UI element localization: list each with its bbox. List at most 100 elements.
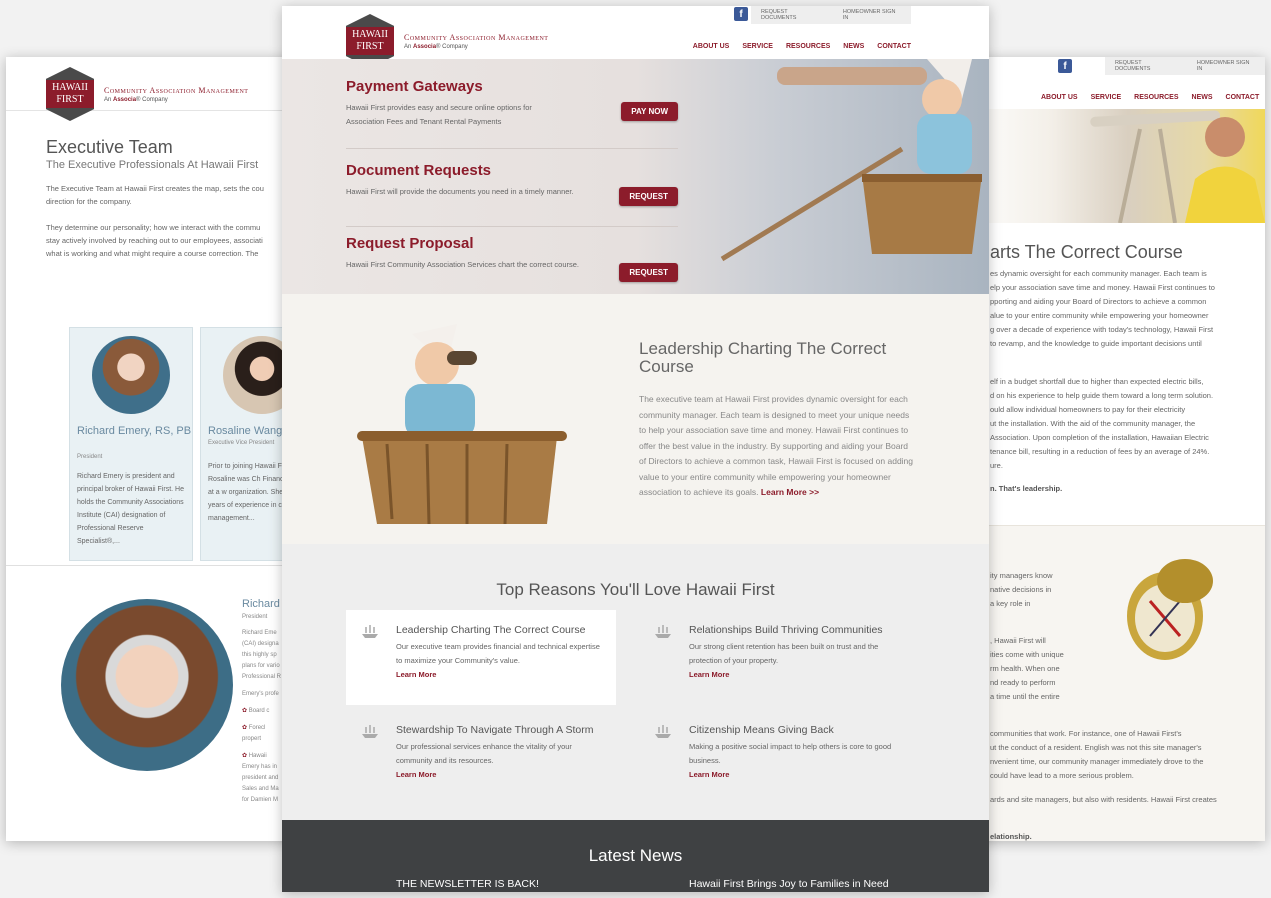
reason-card-leadership[interactable]: Leadership Charting The Correct Course O… — [346, 610, 616, 705]
reasons-section: Top Reasons You'll Love Hawaii First Lea… — [282, 544, 989, 820]
logo[interactable]: HAWAII FIRST Community Association Manage… — [46, 67, 248, 121]
hero-image — [960, 109, 1265, 223]
profile-detail: Richard President Richard Eme (CAI) desig… — [6, 565, 306, 841]
ship-icon — [362, 625, 378, 638]
learn-more-link[interactable]: Learn More — [396, 670, 616, 679]
hero-banner: Payment Gateways Hawaii First provides e… — [282, 59, 989, 294]
page-title: Executive Team — [46, 137, 173, 157]
facebook-icon[interactable]: f — [734, 7, 748, 21]
utility-bar: REQUEST DOCUMENTS HOMEOWNER SIGN IN — [751, 6, 911, 24]
nav-contact[interactable]: CONTACT — [1226, 94, 1260, 101]
avatar-large — [61, 599, 233, 771]
news-section: Latest News THE NEWSLETTER IS BACK! Hawa… — [282, 820, 989, 892]
profile-role: President — [242, 614, 268, 620]
reason-desc: Our strong client retention has been bui… — [689, 642, 879, 665]
nav-resources[interactable]: RESOURCES — [786, 43, 830, 50]
reason-title: Citizenship Means Giving Back — [689, 724, 834, 736]
leadership-section: Leadership Charting The Correct Course T… — [282, 294, 989, 544]
intro-line: direction for the company. — [46, 197, 132, 206]
logo-hex-icon: HAWAII FIRST — [46, 67, 94, 121]
reason-title: Leadership Charting The Correct Course — [396, 624, 586, 636]
homeowner-signin-link[interactable]: HOMEOWNER SIGN IN — [833, 9, 911, 21]
hero-item-desc: Hawaii First will provide the documents … — [346, 187, 574, 196]
team-member-bio: Richard Emery is president and principal… — [77, 473, 184, 545]
intro-line: They determine our personality; how we i… — [46, 223, 261, 232]
intro-line: stay actively involved by reaching out t… — [46, 236, 263, 245]
home-page: HAWAII FIRST Community Association Manage… — [282, 6, 989, 892]
request-documents-button[interactable]: REQUEST — [619, 187, 678, 206]
logo-name: Community Association Management — [104, 85, 249, 95]
pay-now-button[interactable]: PAY NOW — [621, 102, 678, 121]
about-page: f REQUEST DOCUMENTS HOMEOWNER SIGN IN AB… — [960, 57, 1265, 841]
news-item-link[interactable]: THE NEWSLETTER IS BACK! — [396, 878, 539, 890]
avatar — [92, 336, 170, 414]
reason-card-citizenship[interactable]: Citizenship Means Giving Back Making a p… — [639, 710, 909, 805]
reason-title: Stewardship To Navigate Through A Storm — [396, 724, 594, 736]
boy-with-telescope-illustration — [357, 324, 567, 525]
news-item-link[interactable]: Hawaii First Brings Joy to Families in N… — [689, 878, 889, 890]
team-member-role: President — [77, 454, 103, 460]
page-header: HAWAII FIRST Community Association Manage… — [282, 6, 989, 68]
profile-name: Richard — [242, 598, 280, 610]
intro-line: The Executive Team at Hawaii First creat… — [46, 184, 264, 193]
request-documents-link[interactable]: REQUEST DOCUMENTS — [751, 9, 833, 21]
nav-service[interactable]: SERVICE — [1091, 94, 1122, 101]
nav-resources[interactable]: RESOURCES — [1134, 94, 1178, 101]
section-title: arts The Correct Course — [990, 242, 1183, 262]
learn-more-link[interactable]: Learn More — [689, 770, 909, 779]
intro-line: what is working and what might require a… — [46, 249, 259, 258]
boy-in-basket-illustration — [720, 59, 982, 262]
hero-item-title: Payment Gateways — [346, 78, 483, 95]
hero-item-proposal: Request Proposal Hawaii First Community … — [346, 235, 678, 285]
main-nav: ABOUT US SERVICE RESOURCES NEWS CONTACT — [680, 43, 911, 50]
logo-name: Community Association Management — [404, 32, 549, 42]
page-subtitle: The Executive Professionals At Hawaii Fi… — [46, 159, 259, 171]
hero-item-desc: Hawaii First provides easy and secure on… — [346, 103, 532, 126]
ship-icon — [655, 625, 671, 638]
request-proposal-button[interactable]: REQUEST — [619, 263, 678, 282]
section-title: Latest News — [588, 846, 683, 865]
learn-more-link[interactable]: Learn More — [396, 770, 616, 779]
reason-card-stewardship[interactable]: Stewardship To Navigate Through A Storm … — [346, 710, 616, 805]
learn-more-link[interactable]: Learn More — [689, 670, 909, 679]
logo-line2: FIRST — [56, 94, 84, 105]
team-member-name[interactable]: Richard Emery, RS, PB — [77, 425, 191, 437]
leadership-tagline: n. That's leadership. — [990, 484, 1063, 493]
reason-desc: Making a positive social impact to help … — [689, 742, 892, 765]
nav-about[interactable]: ABOUT US — [693, 43, 730, 50]
hero-item-payment: Payment Gateways Hawaii First provides e… — [346, 78, 678, 149]
executive-team-page: HAWAII FIRST Community Association Manage… — [6, 57, 306, 841]
team-member-role: Executive Vice President — [208, 440, 275, 446]
hero-item-title: Document Requests — [346, 162, 492, 179]
request-documents-link[interactable]: REQUEST DOCUMENTS — [1105, 60, 1187, 72]
page-header: HAWAII FIRST Community Association Manage… — [6, 57, 306, 121]
team-member-name[interactable]: Rosaline Wang — [208, 425, 282, 437]
compass-icon — [1127, 559, 1213, 660]
main-nav: ABOUT US SERVICE RESOURCES NEWS CONTACT — [1028, 94, 1259, 101]
hero-item-title: Request Proposal — [346, 235, 474, 252]
nav-service[interactable]: SERVICE — [742, 43, 773, 50]
hero-item-desc: Hawaii First Community Association Servi… — [346, 260, 579, 269]
logo-sub: An Associa® Company — [104, 96, 168, 103]
reason-desc: Our executive team provides financial an… — [396, 642, 600, 665]
facebook-icon[interactable]: f — [1058, 59, 1072, 73]
section-title: Top Reasons You'll Love Hawaii First — [496, 580, 775, 599]
nav-news[interactable]: NEWS — [843, 43, 864, 50]
utility-bar: REQUEST DOCUMENTS HOMEOWNER SIGN IN — [1105, 57, 1265, 75]
logo-sub: An Associa® Company — [404, 43, 468, 50]
reason-card-relationships[interactable]: Relationships Build Thriving Communities… — [639, 610, 909, 705]
ship-icon — [655, 725, 671, 738]
nav-news[interactable]: NEWS — [1192, 94, 1213, 101]
reason-title: Relationships Build Thriving Communities — [689, 624, 883, 636]
learn-more-link[interactable]: Learn More >> — [761, 487, 819, 497]
section-title: Leadership Charting The Correct Course — [639, 339, 887, 376]
homeowner-signin-link[interactable]: HOMEOWNER SIGN IN — [1187, 60, 1265, 72]
logo-line1: HAWAII — [52, 82, 88, 93]
section-body: The executive team at Hawaii First provi… — [639, 394, 914, 497]
hero-item-documents: Document Requests Hawaii First will prov… — [346, 162, 678, 227]
team-card[interactable]: Richard Emery, RS, PB President Richard … — [69, 327, 193, 561]
telescope-illustration — [1090, 110, 1265, 223]
nav-contact[interactable]: CONTACT — [877, 43, 911, 50]
ship-icon — [362, 725, 378, 738]
nav-about[interactable]: ABOUT US — [1041, 94, 1078, 101]
